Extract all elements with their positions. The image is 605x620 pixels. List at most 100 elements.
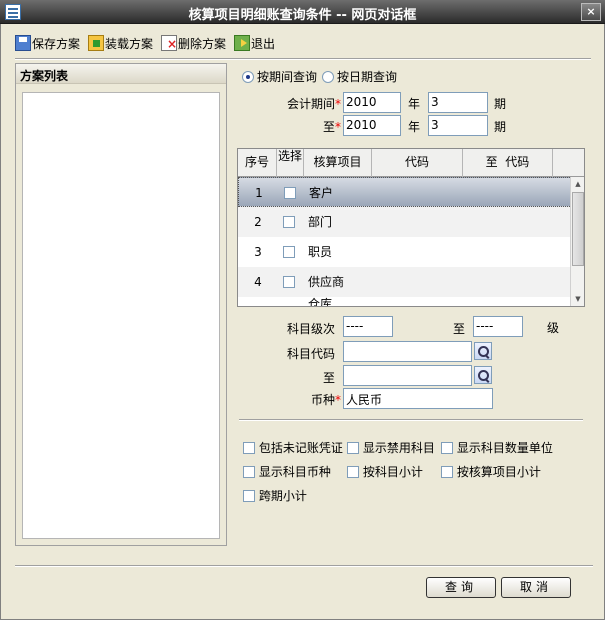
from-year-field[interactable]: 2010 <box>343 92 401 113</box>
row-number: 2 <box>254 215 262 229</box>
year-unit-label: 年 <box>408 120 421 134</box>
load-scheme-button[interactable]: 装载方案 <box>88 33 153 53</box>
period-unit-label: 期 <box>494 97 507 111</box>
close-button[interactable]: × <box>581 3 601 21</box>
account-code-from-field[interactable] <box>343 341 472 362</box>
row-item: 部门 <box>308 215 333 229</box>
checkbox-icon <box>284 187 296 199</box>
row-checkbox[interactable] <box>283 267 295 297</box>
checkbox-icon <box>243 490 255 502</box>
scroll-up-icon[interactable]: ▲ <box>572 178 584 190</box>
checkbox-icon <box>283 276 295 288</box>
scheme-list[interactable] <box>22 92 220 539</box>
query-button[interactable]: 查询 <box>426 577 496 598</box>
load-icon <box>88 35 105 51</box>
options-divider <box>239 419 583 421</box>
table-row[interactable]: 4 供应商 <box>238 267 574 297</box>
option-checkbox[interactable]: 包括未记账凭证 <box>243 439 343 456</box>
row-checkbox[interactable] <box>284 178 296 208</box>
option-checkbox[interactable]: 显示禁用科目 <box>347 439 435 456</box>
checkbox-icon <box>441 466 453 478</box>
checkbox-icon <box>441 442 453 454</box>
to-period-field[interactable]: 3 <box>428 115 488 136</box>
delete-scheme-label: 删除方案 <box>178 36 227 51</box>
option-checkbox[interactable]: 按核算项目小计 <box>441 463 541 480</box>
currency-label: 币种* <box>311 391 341 408</box>
to-year-field[interactable]: 2010 <box>343 115 401 136</box>
checkbox-icon <box>283 246 295 258</box>
grid-header: 序号 选择 核算项目 代码 至 代码 <box>238 149 584 177</box>
query-by-period-radio[interactable]: 按期间查询 <box>242 68 317 85</box>
column-header-no: 序号 <box>238 149 277 177</box>
account-level-unit-label: 级 <box>547 321 560 335</box>
year-unit-label: 年 <box>408 97 421 111</box>
option-label: 按科目小计 <box>362 465 423 479</box>
footer-divider <box>15 565 593 567</box>
row-item-partial: 仓库 <box>308 297 333 307</box>
window-title: 核算项目明细账查询条件 -- 网页对话框 <box>188 8 417 23</box>
required-mark: * <box>335 120 342 134</box>
row-number: 3 <box>254 245 262 259</box>
option-checkbox[interactable]: 显示科目币种 <box>243 463 331 480</box>
table-row[interactable]: 3 职员 <box>238 237 574 267</box>
save-scheme-button[interactable]: 保存方案 <box>15 33 80 53</box>
currency-field[interactable]: 人民币 <box>343 388 493 409</box>
account-code-to-label: 至 <box>323 371 336 385</box>
account-code-label: 科目代码 <box>287 347 336 361</box>
query-by-period-label: 按期间查询 <box>257 70 318 84</box>
exit-label: 退出 <box>251 36 276 51</box>
title-bar: 核算项目明细账查询条件 -- 网页对话框 × <box>0 0 605 24</box>
row-number: 4 <box>254 275 262 289</box>
account-level-to-label: 至 <box>453 322 466 336</box>
row-checkbox[interactable] <box>283 237 295 267</box>
scroll-thumb[interactable] <box>572 192 584 266</box>
account-level-to-field[interactable]: ---- <box>473 316 523 337</box>
column-header-item: 核算项目 <box>304 149 372 177</box>
scheme-list-panel: 方案列表 <box>15 63 227 546</box>
delete-scheme-button[interactable]: 删除方案 <box>161 33 226 53</box>
option-checkbox[interactable]: 跨期小计 <box>243 487 307 504</box>
row-checkbox[interactable] <box>283 207 295 237</box>
option-checkbox[interactable]: 显示科目数量单位 <box>441 439 553 456</box>
table-row[interactable]: 2 部门 <box>238 207 574 237</box>
radio-selected-icon <box>242 71 254 83</box>
lookup-icon[interactable] <box>474 342 492 360</box>
scroll-down-icon[interactable]: ▼ <box>572 293 584 305</box>
from-period-field[interactable]: 3 <box>428 92 488 113</box>
required-mark: * <box>335 393 342 407</box>
option-label: 显示科目数量单位 <box>456 441 553 455</box>
option-label: 按核算项目小计 <box>456 465 541 479</box>
checkbox-icon <box>347 442 359 454</box>
table-row[interactable]: 仓库 <box>238 297 574 306</box>
row-item: 职员 <box>308 245 333 259</box>
cancel-button[interactable]: 取消 <box>501 577 571 598</box>
lookup-icon[interactable] <box>474 366 492 384</box>
load-scheme-label: 装载方案 <box>105 36 154 51</box>
option-label: 显示科目币种 <box>258 465 331 479</box>
scheme-list-title: 方案列表 <box>16 64 226 84</box>
table-row[interactable]: 1 客户 <box>238 177 574 207</box>
option-label: 包括未记账凭证 <box>258 441 343 455</box>
account-code-to-field[interactable] <box>343 365 472 386</box>
dialog-window: 保存方案 装载方案 删除方案 退出 方案列表 按期间查询 按日期查询 会计期间*… <box>0 24 605 620</box>
save-icon <box>15 35 31 51</box>
row-number: 1 <box>255 186 263 200</box>
row-item: 客户 <box>309 186 334 200</box>
period-to-label: 至* <box>323 118 341 135</box>
option-checkbox[interactable]: 按科目小计 <box>347 463 423 480</box>
checkbox-icon <box>283 216 295 228</box>
radio-unselected-icon <box>322 71 334 83</box>
accounting-item-grid: 序号 选择 核算项目 代码 至 代码 1 客户 2 部门 3 职员 4 供应商 … <box>237 148 585 307</box>
toolbar-divider <box>15 58 591 60</box>
exit-button[interactable]: 退出 <box>234 33 275 53</box>
required-mark: * <box>335 97 342 111</box>
account-level-from-field[interactable]: ---- <box>343 316 393 337</box>
checkbox-icon <box>243 466 255 478</box>
exit-icon <box>234 35 251 51</box>
grid-scrollbar[interactable]: ▲ ▼ <box>570 177 584 306</box>
toolbar: 保存方案 装载方案 删除方案 退出 <box>15 32 283 54</box>
account-level-label: 科目级次 <box>287 322 336 336</box>
checkbox-icon <box>347 466 359 478</box>
query-by-date-radio[interactable]: 按日期查询 <box>322 68 397 85</box>
period-to-text: 至 <box>323 120 336 134</box>
